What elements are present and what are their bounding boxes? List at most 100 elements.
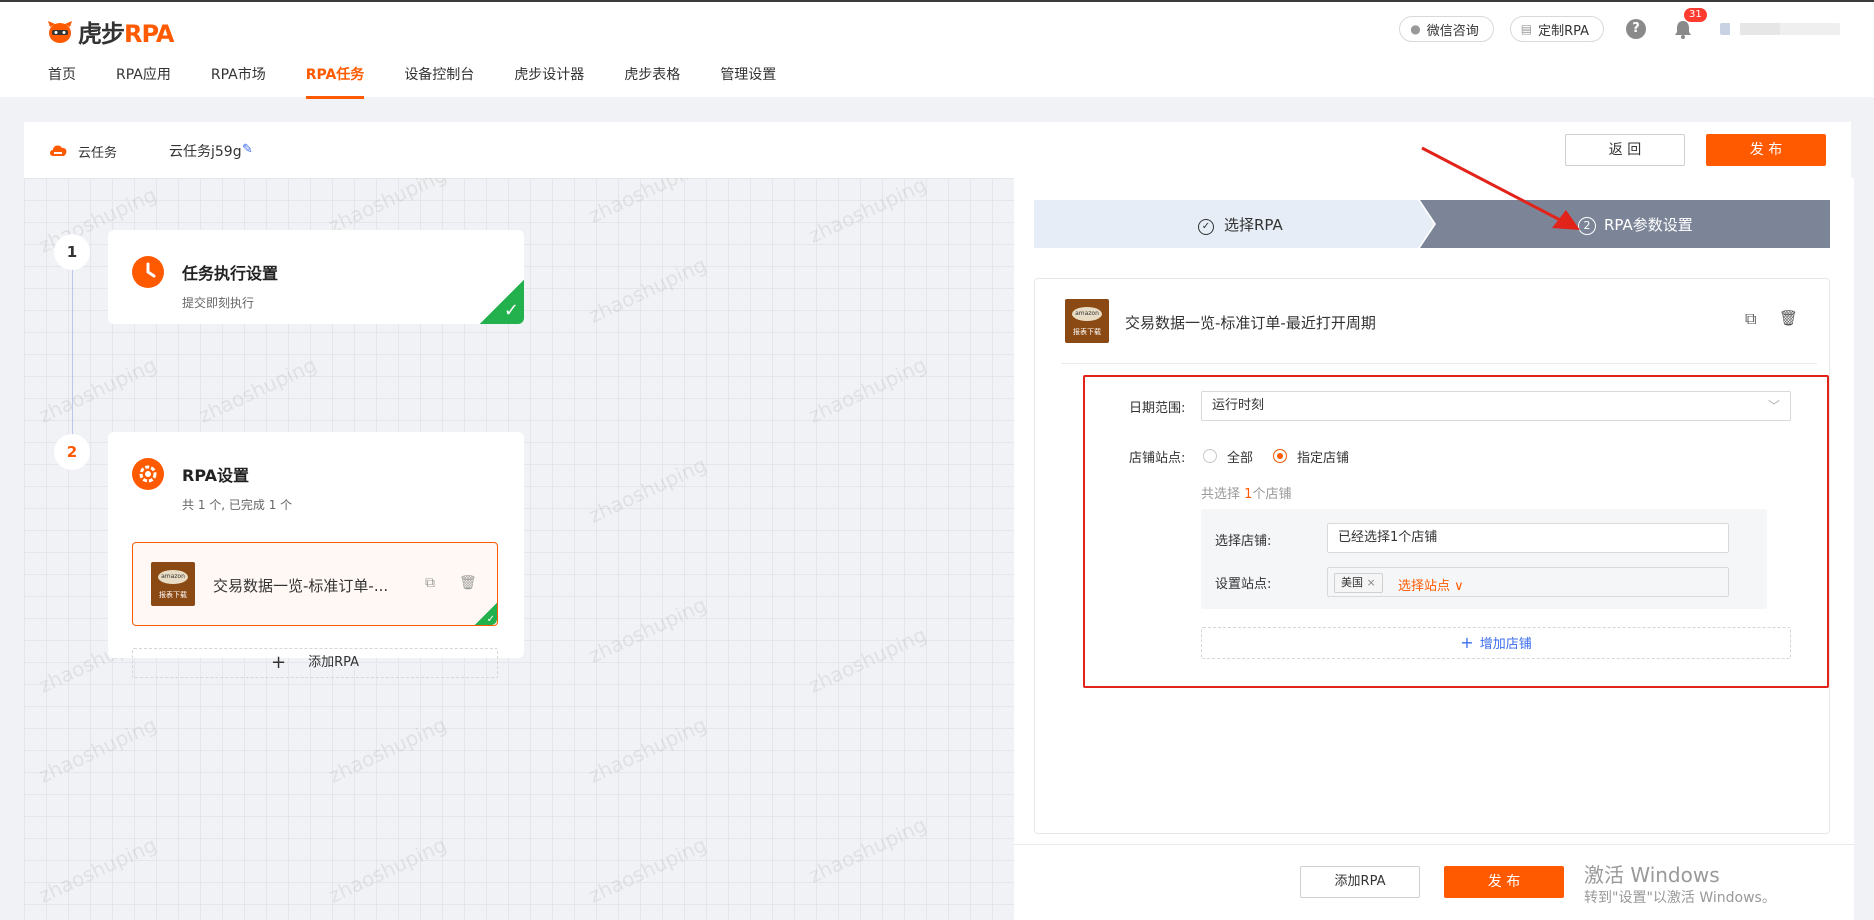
publish-button[interactable]: 发 布	[1706, 134, 1826, 166]
card-title: 任务执行设置	[182, 264, 279, 283]
clock-icon	[132, 256, 164, 288]
nav-item-rpa-tasks[interactable]: RPA任务	[305, 64, 364, 99]
report-download-text: 报表下载	[1073, 328, 1101, 336]
trash-icon[interactable]: 🗑	[459, 575, 477, 591]
brand-logo[interactable]: 虎步RPA	[46, 14, 174, 49]
nav-item-rpa-apps[interactable]: RPA应用	[116, 64, 171, 99]
chevron-down-icon: ﹀	[1767, 399, 1780, 413]
task-type-label: 云任务	[78, 146, 118, 161]
nav-item-admin-settings[interactable]: 管理设置	[720, 64, 776, 99]
step-timeline	[72, 248, 73, 448]
notification-bell-icon[interactable]: 31	[1672, 8, 1707, 40]
wizard-step-2-label: 2 RPA参数设置	[1578, 214, 1693, 235]
trash-icon[interactable]: 🗑	[1779, 309, 1798, 327]
watermark: zhaoshuping	[324, 178, 451, 238]
wizard-step-1-label: ✓ 选择RPA	[1198, 214, 1283, 235]
watermark: zhaoshuping	[584, 592, 711, 668]
watermark: zhaoshuping	[584, 252, 711, 328]
task-execution-card[interactable]: 任务执行设置 提交即刻执行 ✓	[108, 230, 524, 324]
completed-check-icon: ✓	[475, 603, 497, 625]
top-bar: 虎步RPA 首页 RPA应用 RPA市场 RPA任务 设备控制台 虎步设计器 虎…	[0, 0, 1874, 99]
tiger-logo-icon	[48, 20, 72, 43]
nav-item-home[interactable]: 首页	[48, 64, 76, 99]
nav-item-rpa-market[interactable]: RPA市场	[211, 64, 266, 99]
publish-footer-button[interactable]: 发 布	[1444, 866, 1564, 898]
wechat-consult-label: 微信咨询	[1426, 23, 1479, 39]
store-config-box: 选择店铺: 已经选择1个店铺 设置站点: 美国 × 选择站点 ∨	[1201, 509, 1767, 609]
store-site-label: 店铺站点:	[1129, 451, 1186, 466]
document-edit-icon: ▤	[1520, 22, 1533, 36]
date-range-select[interactable]: 运行时刻 ﹀	[1201, 391, 1791, 421]
plus-icon: +	[1460, 633, 1474, 652]
choose-store-input[interactable]: 已经选择1个店铺	[1327, 523, 1729, 553]
highlight-box: 日期范围: 运行时刻 ﹀ 店铺站点: 全部 指定店铺 共选择 1个店铺 选择店铺…	[1083, 375, 1829, 688]
nav-item-sheets[interactable]: 虎步表格	[624, 64, 680, 99]
windows-activation-title: 激活 Windows	[1584, 863, 1720, 887]
rpa-param-form-card: amazon 报表下载 交易数据一览-标准订单-最近打开周期 ⧉ 🗑 日期范围:…	[1034, 278, 1830, 834]
gear-icon	[132, 458, 164, 490]
watermark: zhaoshuping	[324, 832, 451, 908]
radio-specific-store-label[interactable]: 指定店铺	[1297, 447, 1349, 466]
help-icon[interactable]: ?	[1626, 19, 1646, 39]
date-range-label: 日期范围:	[1129, 401, 1186, 416]
custom-rpa-button[interactable]: ▤ 定制RPA	[1509, 16, 1604, 42]
card-subtitle: 提交即刻执行	[182, 296, 255, 310]
header-actions: ● 微信咨询 ▤ 定制RPA ? 31	[1383, 8, 1840, 42]
copy-icon[interactable]: ⧉	[1745, 309, 1756, 329]
copy-icon[interactable]: ⧉	[425, 575, 435, 591]
watermark: zhaoshuping	[34, 832, 161, 908]
choose-store-label: 选择店铺:	[1215, 534, 1272, 549]
card-title: RPA设置	[182, 466, 249, 485]
date-range-value: 运行时刻	[1212, 398, 1265, 413]
watermark: zhaoshuping	[324, 712, 451, 788]
add-rpa-button[interactable]: + 添加RPA	[132, 648, 498, 678]
step-2-circle: 2	[1578, 217, 1596, 235]
chat-bubble-icon: ●	[1410, 22, 1421, 36]
radio-specific-store[interactable]	[1273, 449, 1287, 463]
watermark: zhaoshuping	[584, 712, 711, 788]
task-subheader: 云任务 云任务j59g ✎ 返 回 发 布	[24, 122, 1851, 178]
edit-pencil-icon[interactable]: ✎	[242, 142, 253, 157]
return-button[interactable]: 返 回	[1565, 134, 1685, 166]
rpa-list-item[interactable]: amazon 报表下载 交易数据一览-标准订单-... ⧉ 🗑 ✓	[132, 542, 498, 626]
amazon-report-logo: amazon 报表下载	[1065, 299, 1109, 343]
rpa-form-title: 交易数据一览-标准订单-最近打开周期	[1125, 314, 1376, 332]
watermark: zhaoshuping	[804, 622, 931, 698]
user-account-blurred[interactable]	[1720, 23, 1840, 35]
rpa-item-name: 交易数据一览-标准订单-...	[213, 577, 389, 595]
watermark: zhaoshuping	[804, 352, 931, 428]
watermark: zhaoshuping	[34, 712, 161, 788]
watermark: zhaoshuping	[804, 812, 931, 888]
step-number-1: 1	[54, 234, 90, 270]
nav-item-designer[interactable]: 虎步设计器	[514, 64, 584, 99]
close-icon[interactable]: ×	[1367, 576, 1376, 589]
nav-item-device-console[interactable]: 设备控制台	[404, 64, 474, 99]
site-label: 设置站点:	[1215, 577, 1272, 592]
site-select[interactable]: 美国 × 选择站点 ∨	[1327, 567, 1729, 597]
rpa-params-panel: ✓ 选择RPA 2 RPA参数设置 amazon 报表下载 交易数据一览-标准订单-…	[1014, 178, 1854, 920]
report-download-text: 报表下载	[159, 591, 187, 599]
watermark: zhaoshuping	[194, 352, 321, 428]
rpa-settings-card[interactable]: RPA设置 共 1 个, 已完成 1 个 amazon 报表下载 交易数据一览-…	[108, 432, 524, 678]
wizard-steps: ✓ 选择RPA 2 RPA参数设置	[1034, 200, 1830, 248]
watermark: zhaoshuping	[804, 178, 931, 248]
choose-site-link[interactable]: 选择站点 ∨	[1398, 573, 1464, 601]
amazon-logo-text: amazon	[158, 570, 188, 584]
add-rpa-footer-button[interactable]: 添加RPA	[1300, 866, 1420, 898]
watermark: zhaoshuping	[34, 352, 161, 428]
radio-all[interactable]	[1203, 449, 1217, 463]
divider	[1061, 363, 1817, 364]
task-name: 云任务j59g	[169, 144, 242, 160]
add-store-button[interactable]: + 增加店铺	[1201, 627, 1791, 659]
brand-name: 虎步RPA	[78, 20, 174, 48]
step-number-2: 2	[54, 434, 90, 470]
card-subtitle: 共 1 个, 已完成 1 个	[182, 498, 293, 512]
radio-all-label[interactable]: 全部	[1227, 447, 1253, 466]
custom-rpa-label: 定制RPA	[1538, 23, 1589, 39]
watermark: zhaoshuping	[584, 178, 711, 228]
add-store-label: 增加店铺	[1479, 637, 1532, 652]
main-nav: 首页 RPA应用 RPA市场 RPA任务 设备控制台 虎步设计器 虎步表格 管理…	[48, 64, 816, 99]
completed-check-icon: ✓	[480, 280, 524, 324]
site-tag: 美国 ×	[1334, 573, 1383, 593]
wechat-consult-button[interactable]: ● 微信咨询	[1399, 16, 1494, 42]
